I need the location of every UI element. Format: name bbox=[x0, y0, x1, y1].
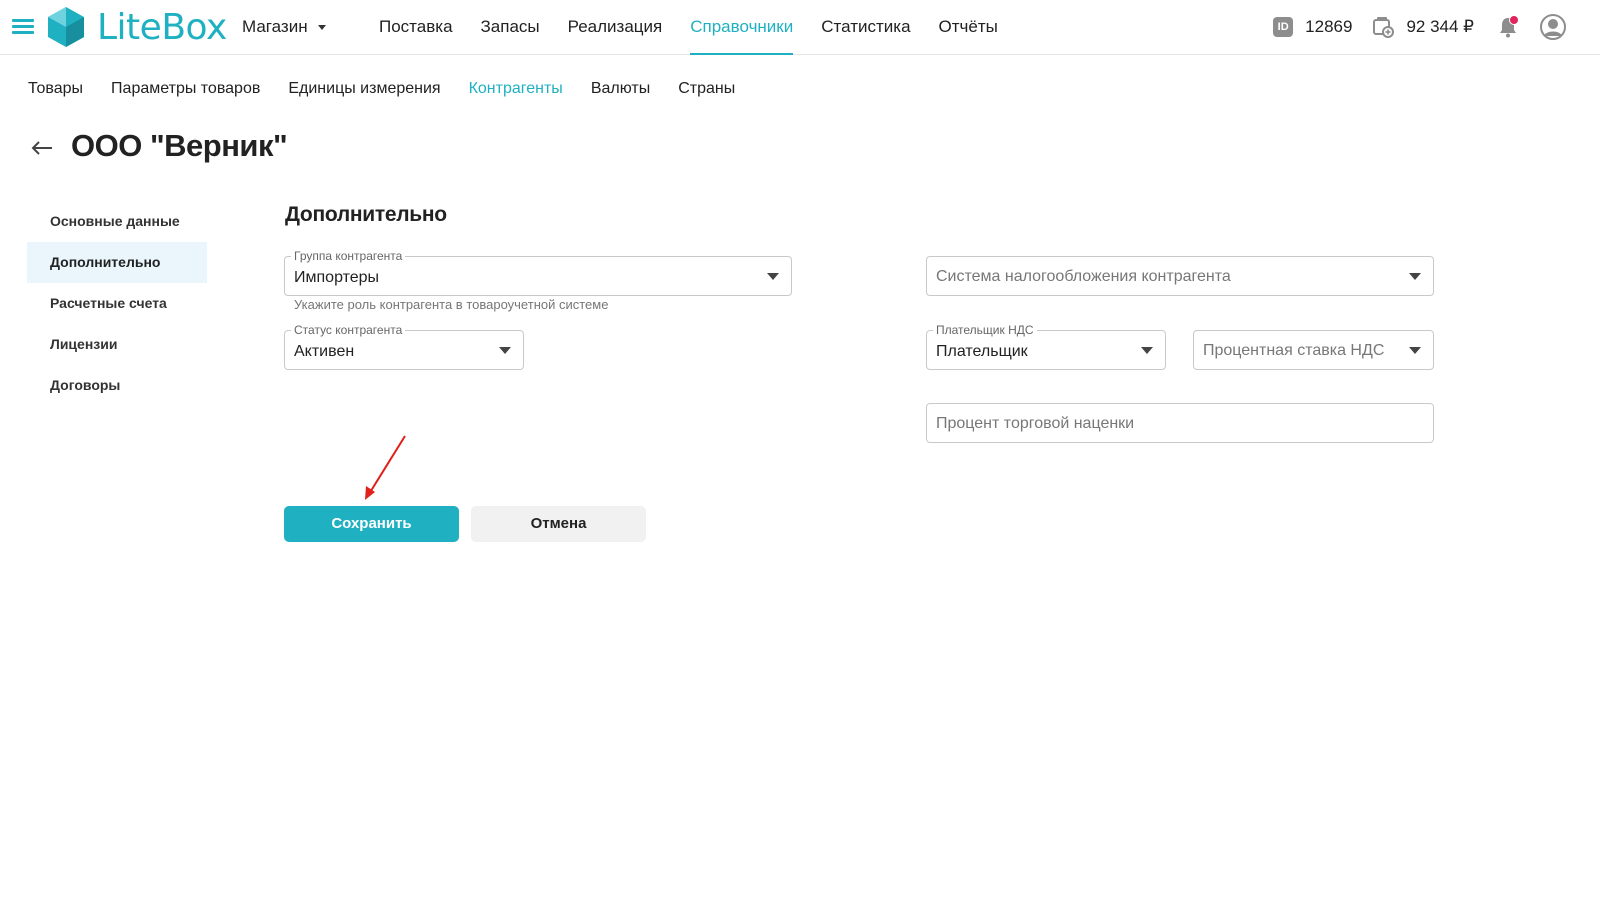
markup-input[interactable]: Процент торговой наценки bbox=[926, 403, 1434, 443]
status-select[interactable]: Статус контрагента Активен bbox=[284, 323, 524, 370]
account-id: 12869 bbox=[1305, 17, 1353, 36]
tax-system-select[interactable]: Система налогообложения контрагента bbox=[926, 256, 1434, 296]
group-select-value: Импортеры bbox=[294, 269, 380, 286]
subnav-item-products[interactable]: Товары bbox=[28, 80, 83, 98]
side-item-main-data[interactable]: Основные данные bbox=[27, 201, 207, 242]
nav-item-supply[interactable]: Поставка bbox=[379, 0, 453, 54]
status-select-value: Активен bbox=[294, 343, 355, 360]
litebox-logo-icon bbox=[48, 7, 84, 47]
tax-system-placeholder: Система налогообложения контрагента bbox=[936, 268, 1231, 285]
dropdown-arrow-icon bbox=[1141, 347, 1153, 354]
dropdown-arrow-icon bbox=[1409, 347, 1421, 354]
side-item-contracts[interactable]: Договоры bbox=[27, 365, 207, 406]
nav-item-references[interactable]: Справочники bbox=[690, 0, 794, 55]
group-helper-text: Укажите роль контрагента в товароучетной… bbox=[294, 297, 609, 312]
store-label: Магазин bbox=[242, 17, 308, 36]
back-arrow-icon[interactable] bbox=[30, 138, 54, 158]
chevron-down-icon bbox=[317, 24, 326, 30]
notification-dot bbox=[1509, 15, 1519, 25]
subnav-item-product-params[interactable]: Параметры товаров bbox=[111, 80, 260, 98]
vat-payer-select[interactable]: Плательщик НДС Плательщик bbox=[926, 323, 1166, 370]
vat-payer-label: Плательщик НДС bbox=[933, 323, 1037, 337]
status-select-label: Статус контрагента bbox=[291, 323, 406, 337]
main-nav: Поставка Запасы Реализация Справочники С… bbox=[379, 0, 1026, 55]
group-select-label: Группа контрагента bbox=[291, 249, 406, 263]
nav-item-statistics[interactable]: Статистика bbox=[821, 0, 910, 54]
dropdown-arrow-icon bbox=[499, 347, 511, 354]
subnav-item-units[interactable]: Единицы измерения bbox=[288, 80, 440, 98]
store-selector[interactable]: Магазин bbox=[242, 17, 326, 37]
menu-icon[interactable] bbox=[12, 19, 34, 35]
subnav-item-countries[interactable]: Страны bbox=[678, 80, 735, 98]
id-icon: ID bbox=[1273, 17, 1294, 37]
wallet-icon[interactable] bbox=[1372, 16, 1395, 38]
page-title: ООО "Верник" bbox=[71, 128, 288, 163]
section-title: Дополнительно bbox=[285, 203, 447, 226]
vat-rate-select[interactable]: Процентная ставка НДС bbox=[1193, 330, 1434, 370]
dropdown-arrow-icon bbox=[1409, 273, 1421, 280]
balance-value: 92 344 ₽ bbox=[1406, 17, 1474, 36]
vat-rate-placeholder: Процентная ставка НДС bbox=[1203, 342, 1385, 359]
markup-placeholder: Процент торговой наценки bbox=[936, 415, 1135, 432]
side-item-additional[interactable]: Дополнительно bbox=[27, 242, 207, 283]
annotation-arrow-icon bbox=[365, 435, 406, 500]
bell-icon[interactable] bbox=[1496, 15, 1520, 39]
vat-payer-value: Плательщик bbox=[936, 343, 1028, 360]
side-item-licenses[interactable]: Лицензии bbox=[27, 324, 207, 365]
group-select[interactable]: Группа контрагента Импортеры bbox=[284, 249, 792, 296]
nav-item-stock[interactable]: Запасы bbox=[481, 0, 540, 54]
header-tools: ID 12869 92 344 ₽ bbox=[1273, 0, 1600, 54]
cancel-button[interactable]: Отмена bbox=[471, 506, 646, 542]
subnav-item-currencies[interactable]: Валюты bbox=[591, 80, 650, 98]
dropdown-arrow-icon bbox=[767, 273, 779, 280]
subnav-item-counterparties[interactable]: Контрагенты bbox=[469, 80, 563, 98]
top-bar: LiteBox Магазин Поставка Запасы Реализац… bbox=[0, 0, 1600, 55]
logo[interactable]: LiteBox bbox=[45, 5, 227, 49]
nav-item-reports[interactable]: Отчёты bbox=[939, 0, 998, 54]
sub-nav: Товары Параметры товаров Единицы измерен… bbox=[28, 80, 763, 98]
logo-text: LiteBox bbox=[97, 6, 227, 48]
save-button[interactable]: Сохранить bbox=[284, 506, 459, 542]
side-item-bank-accounts[interactable]: Расчетные счета bbox=[27, 283, 207, 324]
user-avatar-icon[interactable] bbox=[1540, 14, 1566, 40]
nav-item-sales[interactable]: Реализация bbox=[568, 0, 663, 54]
side-menu: Основные данные Дополнительно Расчетные … bbox=[27, 201, 207, 406]
